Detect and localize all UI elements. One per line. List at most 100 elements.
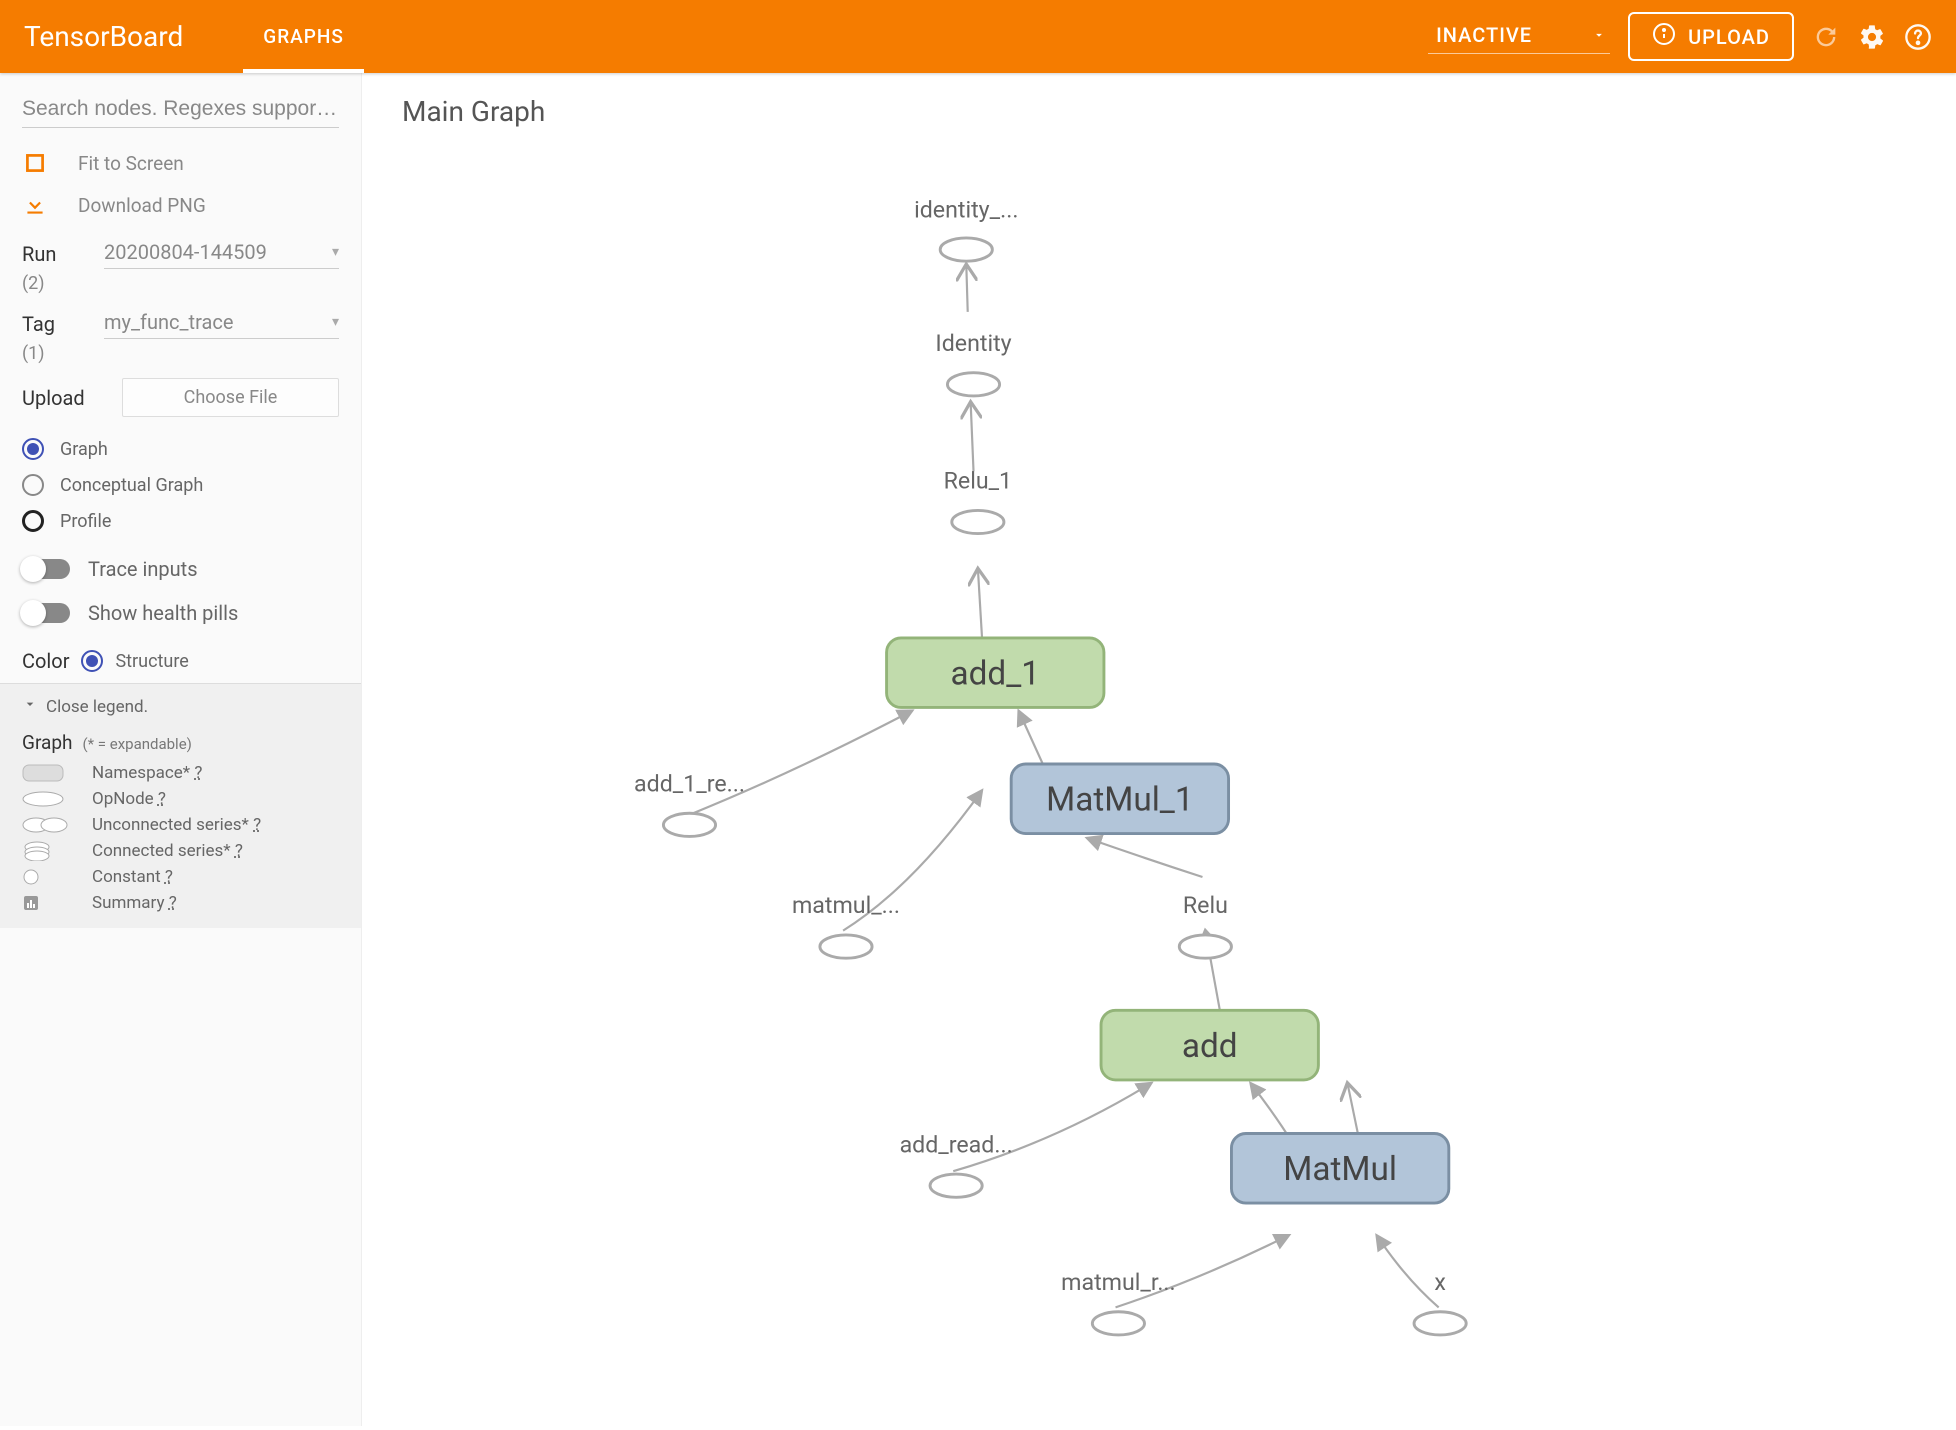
radio-profile-label: Profile (60, 511, 111, 532)
legend-namespace-label: Namespace* (92, 763, 194, 783)
tag-select[interactable]: my_func_trace ▾ (104, 308, 339, 339)
fit-to-screen-button[interactable]: Fit to Screen (22, 142, 339, 184)
radio-conceptual[interactable]: Conceptual Graph (22, 467, 339, 503)
node-label: matmul_... (792, 891, 900, 919)
download-label: Download PNG (78, 194, 206, 217)
download-png-button[interactable]: Download PNG (22, 184, 339, 226)
edge (1376, 1235, 1438, 1307)
legend-connected-label: Connected series* (92, 841, 235, 861)
color-row: Color Structure (0, 635, 361, 683)
trace-inputs-toggle[interactable] (22, 559, 70, 579)
color-label: Color (22, 649, 69, 673)
legend-constant-label: Constant (92, 867, 165, 887)
help-icon[interactable]: ? (169, 893, 177, 913)
main-layout: Fit to Screen Download PNG Run 20200804-… (0, 73, 1956, 1426)
color-radio[interactable] (81, 650, 103, 672)
gear-icon[interactable] (1858, 23, 1886, 51)
opnode-icon (22, 791, 72, 807)
legend-connected: Connected series* ? (22, 838, 339, 864)
inactive-label: INACTIVE (1436, 23, 1532, 47)
op-node[interactable] (1179, 935, 1231, 958)
upload-button[interactable]: UPLOAD (1628, 12, 1794, 61)
info-icon (1652, 22, 1676, 51)
upload-label: UPLOAD (1688, 25, 1770, 49)
sidebar: Fit to Screen Download PNG Run 20200804-… (0, 73, 362, 1426)
help-icon[interactable]: ? (158, 789, 166, 809)
node-label: add_1_re... (634, 770, 745, 798)
canvas-title: Main Graph (402, 95, 545, 128)
radio-icon (22, 438, 44, 460)
run-value: 20200804-144509 (104, 240, 267, 264)
node-label: Relu_1 (944, 467, 1012, 495)
graph-canvas[interactable]: Main Graph identity_... (362, 73, 1956, 1426)
edge (971, 402, 974, 472)
app-logo: TensorBoard (24, 20, 183, 53)
constant-icon (22, 868, 72, 886)
namespace-icon (22, 764, 72, 782)
color-value: Structure (115, 651, 188, 672)
graph-type-radio-group: Graph Conceptual Graph Profile (0, 423, 361, 547)
legend-summary: Summary ? (22, 890, 339, 916)
search-input[interactable] (22, 91, 339, 128)
legend-toggle[interactable]: Close legend. (22, 696, 339, 717)
radio-icon (22, 474, 44, 496)
op-box-label: MatMul (1283, 1150, 1397, 1189)
op-node[interactable] (1092, 1312, 1144, 1335)
help-icon[interactable]: ? (235, 841, 243, 861)
op-node[interactable] (820, 935, 872, 958)
radio-graph[interactable]: Graph (22, 431, 339, 467)
radio-profile[interactable]: Profile (22, 503, 339, 539)
edge (978, 568, 982, 640)
help-icon[interactable] (1904, 23, 1932, 51)
health-pills-toggle[interactable] (22, 603, 70, 623)
header-right: INACTIVE UPLOAD (1428, 12, 1932, 61)
legend-opnode: OpNode ? (22, 786, 339, 812)
help-icon[interactable]: ? (165, 867, 173, 887)
op-node[interactable] (940, 238, 992, 261)
node-label: identity_... (914, 196, 1018, 224)
edge (966, 264, 967, 312)
legend-unconnected-label: Unconnected series* (92, 815, 253, 835)
node-label: Identity (935, 329, 1011, 357)
edge (689, 710, 912, 814)
chevron-down-icon (22, 696, 38, 717)
refresh-icon[interactable] (1812, 23, 1840, 51)
node-label: add_read... (900, 1130, 1013, 1158)
node-label: Relu (1183, 891, 1228, 919)
legend-title: Graph (* = expandable) (22, 731, 339, 754)
upload-label: Upload (22, 386, 92, 410)
chevron-down-icon (1592, 23, 1606, 47)
inactive-selector[interactable]: INACTIVE (1428, 19, 1610, 54)
app-header: TensorBoard GRAPHS INACTIVE UPLOAD (0, 0, 1956, 73)
tag-label: Tag (22, 312, 74, 336)
op-box-label: MatMul_1 (1046, 780, 1193, 819)
op-node[interactable] (947, 373, 999, 396)
legend-constant: Constant ? (22, 864, 339, 890)
chevron-down-icon: ▾ (332, 244, 339, 260)
graph-svg: identity_... Identity Relu_1 add_1 add_1… (362, 73, 1956, 1426)
help-icon[interactable]: ? (194, 763, 202, 783)
op-node[interactable] (663, 813, 715, 836)
chevron-down-icon: ▾ (332, 314, 339, 330)
legend-summary-label: Summary (92, 893, 169, 913)
run-select[interactable]: 20200804-144509 ▾ (104, 238, 339, 269)
radio-conceptual-label: Conceptual Graph (60, 475, 203, 496)
summary-icon (22, 894, 72, 912)
tag-count: (1) (22, 343, 361, 364)
op-node[interactable] (1414, 1312, 1466, 1335)
op-box-label: add_1 (951, 654, 1040, 693)
fit-label: Fit to Screen (78, 152, 184, 175)
run-label: Run (22, 242, 74, 266)
op-node[interactable] (952, 510, 1004, 533)
header-tabs: GRAPHS (243, 0, 364, 73)
choose-file-button[interactable]: Choose File (122, 378, 339, 417)
help-icon[interactable]: ? (253, 815, 261, 835)
run-count: (2) (22, 273, 361, 294)
op-node[interactable] (930, 1174, 982, 1197)
trace-inputs-toggle-row: Trace inputs (0, 547, 361, 591)
legend-namespace: Namespace* ? (22, 760, 339, 786)
download-icon (22, 192, 48, 218)
tab-graphs[interactable]: GRAPHS (243, 0, 364, 73)
fit-screen-icon (22, 150, 48, 176)
connected-icon (22, 841, 72, 861)
